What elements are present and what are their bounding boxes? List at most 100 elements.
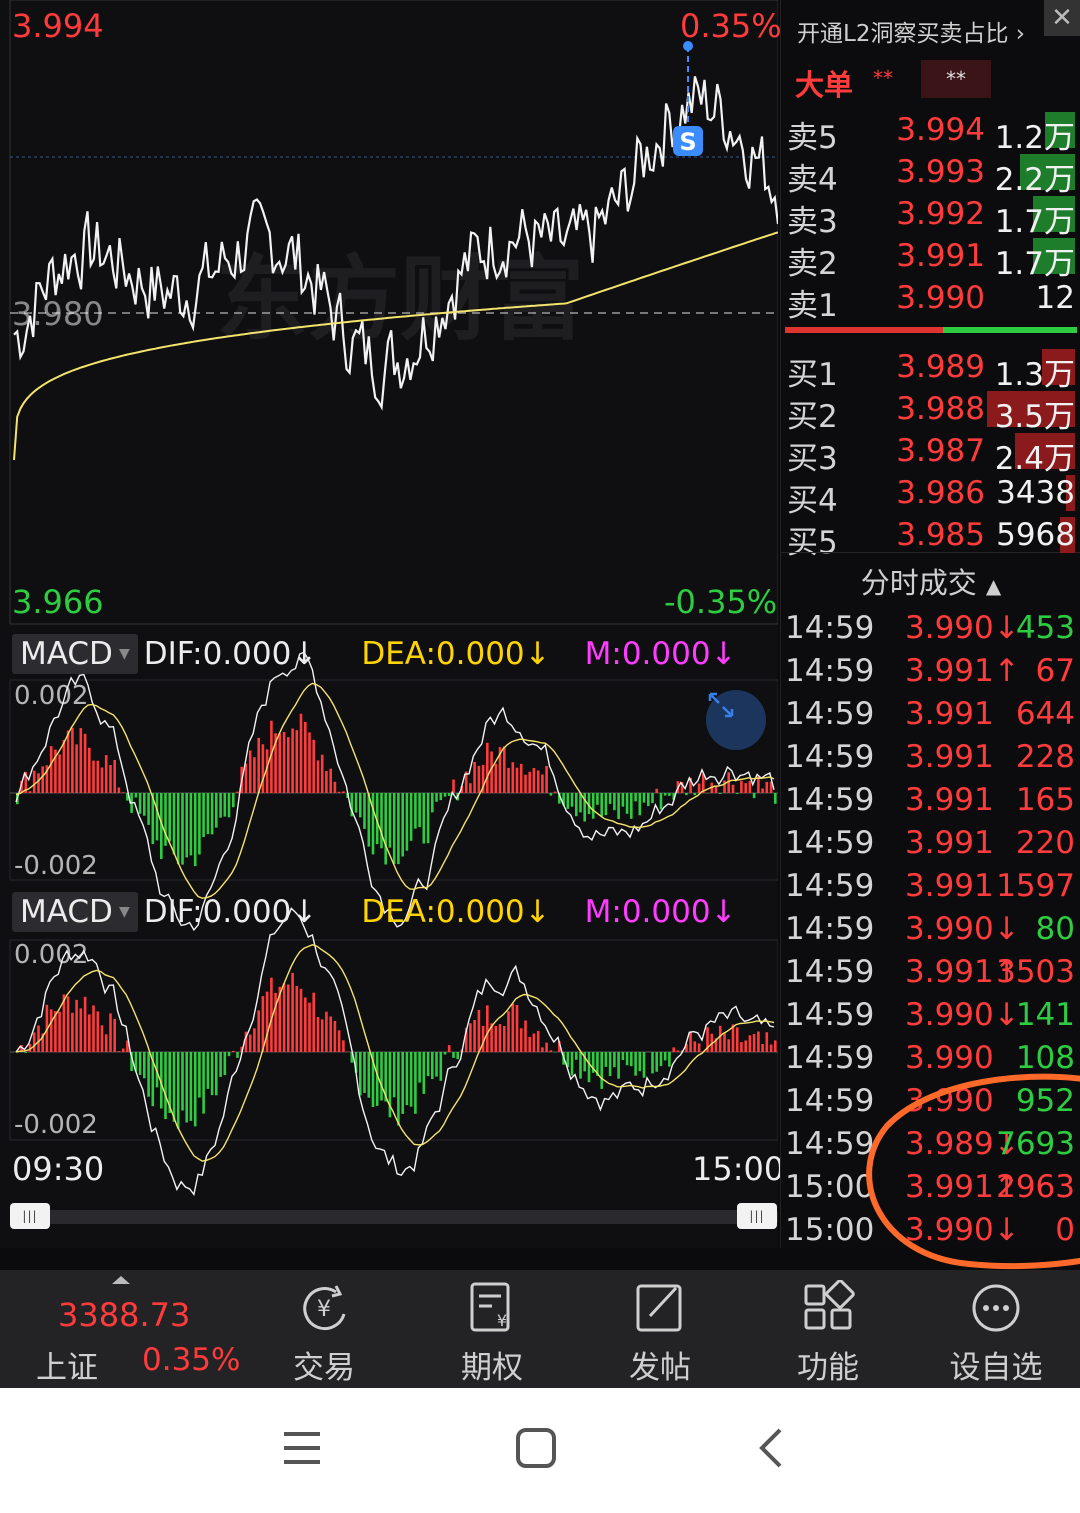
scroll-handle-left[interactable]: ||| — [10, 1203, 50, 1229]
macd2-histogram-bar — [575, 1052, 578, 1060]
level-volume: 2.4万 — [994, 441, 1075, 477]
macd2-histogram-bar — [185, 1052, 188, 1123]
sell-level-row[interactable]: 卖5 3.994 1.2万 — [781, 108, 1080, 156]
macd1-histogram-bar — [600, 793, 603, 817]
macd2-histogram-bar — [193, 1052, 197, 1127]
pct-high-label: 0.35% — [680, 7, 782, 45]
tick-volume: 228 — [1015, 739, 1075, 775]
tick-row: 14:59 3.991 228 — [781, 735, 1080, 777]
macd1-histogram-bar — [490, 751, 493, 793]
macd1-histogram-bar — [477, 765, 481, 793]
menu-icon[interactable] — [280, 1428, 324, 1468]
level-price: 3.994 — [896, 112, 985, 148]
macd2-histogram-bar — [515, 1005, 519, 1052]
caret-up-icon — [112, 1276, 130, 1284]
level-price: 3.985 — [896, 517, 985, 553]
macd1-histogram-bar — [32, 770, 36, 793]
sell-level-row[interactable]: 卖2 3.991 1.7万 — [781, 234, 1080, 282]
macd2-histogram-bar — [58, 1011, 61, 1052]
macd1-histogram-bar — [75, 744, 78, 793]
big-order-value: ** — [921, 60, 991, 98]
back-icon[interactable] — [754, 1426, 788, 1470]
macd2-histogram-bar — [375, 1052, 379, 1106]
macd1-histogram-bar — [447, 793, 451, 796]
expand-icon[interactable] — [706, 690, 766, 750]
time-range-scrollbar[interactable] — [12, 1210, 778, 1224]
macd1-histogram-bar — [748, 780, 752, 793]
macd2-histogram-bar — [761, 1044, 764, 1052]
macd1-histogram-bar — [566, 793, 570, 809]
macd1-histogram-bar — [37, 773, 40, 793]
tick-row: 14:59 3.990↓ 141 — [781, 993, 1080, 1035]
macd1-histogram-bar — [439, 793, 443, 801]
macd2-histogram-bar — [248, 1034, 252, 1052]
macd2-histogram-bar — [477, 1009, 481, 1052]
nav-post-button[interactable]: 发帖 — [600, 1276, 720, 1386]
nav-options-button[interactable]: ¥ 期权 — [432, 1276, 552, 1386]
macd1-histogram-bar — [223, 793, 227, 817]
macd1-histogram-bar — [443, 793, 447, 797]
intraday-chart-area[interactable]: S 3.994 0.35% 3.980 3.966 -0.35% 东方财富 MA… — [0, 0, 784, 1248]
macd1-histogram-bar — [519, 763, 523, 793]
macd2-histogram-bar — [325, 1011, 328, 1052]
sell-level-row[interactable]: 卖1 3.990 12 — [781, 276, 1080, 324]
macd2-histogram-bar — [198, 1052, 201, 1098]
macd1-histogram-bar — [337, 791, 341, 793]
ticks-header[interactable]: 分时成交 ▲ — [781, 560, 1080, 602]
buy-level-row[interactable]: 买3 3.987 2.4万 — [781, 429, 1080, 477]
macd2-histogram-bar — [363, 1052, 366, 1093]
macd1-histogram-bar — [405, 793, 409, 851]
macd1-histogram-bar — [41, 766, 44, 793]
nav-trade-button[interactable]: ¥ 交易 — [264, 1276, 384, 1386]
macd2-histogram-bar — [418, 1052, 421, 1083]
macd1-histogram-bar — [515, 767, 519, 793]
macd2-histogram-bar — [587, 1052, 591, 1083]
l2-upgrade-link[interactable]: 开通L2洞察买卖占比 › — [797, 14, 1025, 48]
macd2-histogram-bar — [109, 1013, 112, 1052]
close-icon[interactable]: ✕ — [1044, 0, 1080, 36]
scroll-handle-right[interactable]: ||| — [737, 1203, 777, 1229]
macd1-histogram-bar — [176, 793, 180, 865]
macd1-histogram-bar — [549, 793, 553, 796]
sell-level-row[interactable]: 卖3 3.992 1.7万 — [781, 192, 1080, 240]
buy-level-row[interactable]: 买1 3.989 1.3万 — [781, 345, 1080, 393]
macd2-histogram-bar — [202, 1052, 205, 1114]
macd2-histogram-bar — [138, 1052, 142, 1075]
nav-apps-button[interactable]: 功能 — [768, 1276, 888, 1386]
macd2-bottom-label: -0.002 — [14, 1110, 98, 1140]
home-icon[interactable] — [514, 1426, 558, 1470]
macd2-histogram-bar — [172, 1052, 176, 1122]
sell-level-row[interactable]: 卖4 3.993 2.2万 — [781, 150, 1080, 198]
macd2-histogram-bar — [452, 1052, 455, 1058]
macd1-histogram-bar — [591, 793, 595, 819]
nav-watchlist-label: 设自选 — [949, 1350, 1043, 1386]
macd2-histogram-bar — [265, 991, 269, 1052]
base-price-label: 3.980 — [12, 295, 104, 333]
buy-level-row[interactable]: 买5 3.985 5968 — [781, 513, 1080, 561]
macd1-histogram-bar — [109, 765, 112, 793]
macd1-histogram-bar — [210, 793, 214, 835]
macd1-histogram-bar — [138, 793, 142, 814]
macd2-histogram-bar — [625, 1052, 629, 1066]
macd2-histogram-bar — [774, 1040, 777, 1052]
dea-arrow: ↓ — [524, 636, 551, 672]
nav-watchlist-button[interactable]: 设自选 — [936, 1276, 1056, 1386]
macd2-histogram-bar — [668, 1052, 671, 1067]
macd2-histogram-bar — [333, 1021, 337, 1052]
macd2-histogram-bar — [663, 1052, 667, 1061]
macd1-histogram-bar — [121, 792, 125, 793]
macd1-histogram-bar — [524, 774, 527, 793]
macd-button-label: MACD — [20, 636, 113, 672]
macd2-histogram-bar — [100, 1025, 104, 1052]
caret-down-icon: ▼ — [118, 904, 130, 920]
tick-volume: 453 — [1015, 610, 1075, 646]
buy-level-row[interactable]: 买4 3.986 3438 — [781, 471, 1080, 519]
macd2-histogram-bar — [443, 1052, 447, 1055]
macd2-histogram-bar — [757, 1031, 760, 1052]
macd1-histogram-bar — [278, 733, 282, 793]
macd2-histogram-bar — [469, 1023, 472, 1052]
macd-selector-button[interactable]: MACD ▼ — [12, 892, 138, 932]
buy-level-row[interactable]: 买2 3.988 3.5万 — [781, 387, 1080, 435]
macd1-histogram-bar — [92, 760, 95, 793]
macd-selector-button[interactable]: MACD ▼ — [12, 634, 138, 674]
